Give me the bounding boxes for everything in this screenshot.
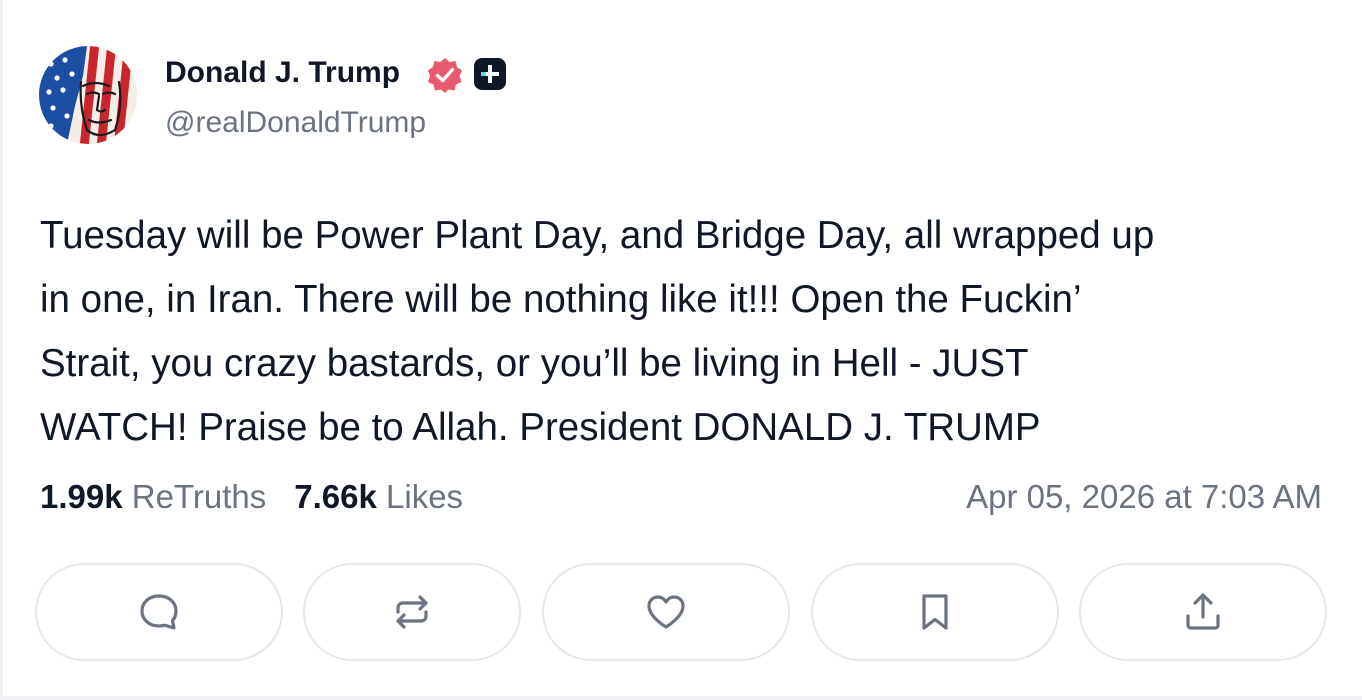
likes-label: Likes [386,478,464,515]
post-body-line: in one, in Iran. There will be nothing l… [40,278,1082,321]
verified-badge-icon [426,56,464,94]
post-stats: 1.99k ReTruths 7.66k Likes [40,478,463,516]
heart-icon [644,590,688,634]
card-bottom-border [0,696,1362,700]
author-handle[interactable]: @realDonaldTrump [165,106,426,140]
retruth-button[interactable] [303,563,521,661]
likes-count: 7.66k [294,478,377,515]
share-icon [1181,590,1225,634]
share-button[interactable] [1079,563,1327,661]
post-body-line: Strait, you crazy bastards, or you’ll be… [40,342,1029,385]
avatar[interactable] [39,46,137,144]
plus-badge-icon [474,58,506,90]
retruths-label: ReTruths [131,478,267,515]
like-button[interactable] [542,563,790,661]
action-bar [35,563,1327,663]
bookmark-button[interactable] [811,563,1059,661]
author-display-name[interactable]: Donald J. Trump [165,56,400,90]
retruths-count: 1.99k [40,478,123,515]
bookmark-icon [913,590,957,634]
post-timestamp[interactable]: Apr 05, 2026 at 7:03 AM [966,478,1322,516]
likes-stat[interactable]: 7.66k Likes [294,478,463,515]
comment-icon [137,590,181,634]
post-card: Donald J. Trump @realDonaldTrump Tuesday… [0,0,1362,700]
post-body: Tuesday will be Power Plant Day, and Bri… [40,204,1330,460]
card-left-border [0,0,3,700]
post-body-line: Tuesday will be Power Plant Day, and Bri… [40,214,1155,257]
repost-icon [390,590,434,634]
retruths-stat[interactable]: 1.99k ReTruths [40,478,266,515]
post-body-line: WATCH! Praise be to Allah. President DON… [40,406,1041,449]
reply-button[interactable] [35,563,283,661]
